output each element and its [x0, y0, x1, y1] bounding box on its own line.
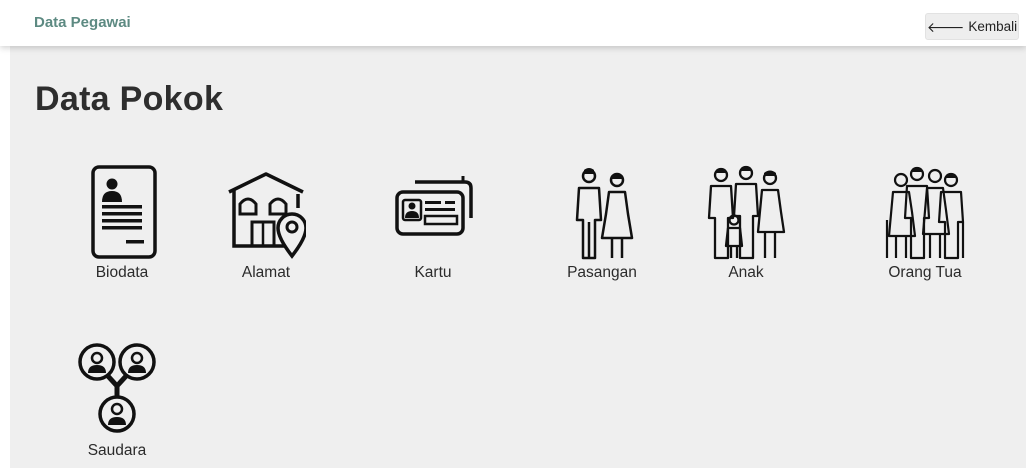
menu-item-biodata[interactable]: Biodata — [62, 164, 182, 294]
page-title: Data Pokok — [35, 80, 224, 118]
back-button-label: Kembali — [968, 19, 1018, 34]
biodata-document-icon — [91, 165, 157, 259]
menu-item-label: Alamat — [241, 264, 291, 281]
back-button[interactable]: 🡐 Kembali — [925, 13, 1019, 40]
menu-item-saudara[interactable]: Saudara — [57, 342, 177, 472]
house-location-icon — [228, 172, 306, 259]
menu-item-pasangan[interactable]: Pasangan — [542, 164, 662, 294]
main-content: Data Pokok Biodata Alamat Kartu Pasangan… — [10, 46, 1026, 468]
elderly-parents-icon — [885, 166, 965, 260]
siblings-network-icon — [78, 343, 156, 433]
id-card-icon — [395, 176, 473, 236]
navbar-brand[interactable]: Data Pegawai — [34, 14, 131, 31]
family-with-child-icon — [707, 165, 786, 260]
menu-item-alamat[interactable]: Alamat — [206, 164, 326, 294]
menu-item-orang-tua[interactable]: Orang Tua — [865, 164, 985, 294]
menu-item-label: Orang Tua — [888, 264, 962, 281]
menu-item-label: Biodata — [95, 264, 149, 281]
menu-item-label: Saudara — [87, 442, 147, 459]
menu-item-kartu[interactable]: Kartu — [373, 164, 493, 294]
menu-item-anak[interactable]: Anak — [686, 164, 806, 294]
couple-icon — [575, 168, 634, 260]
arrow-left-icon: 🡐 — [926, 18, 965, 35]
menu-item-label: Pasangan — [567, 264, 637, 281]
menu-item-label: Anak — [728, 264, 764, 281]
menu-item-label: Kartu — [414, 264, 452, 281]
top-navbar: Data Pegawai 🡐 Kembali — [0, 0, 1026, 46]
